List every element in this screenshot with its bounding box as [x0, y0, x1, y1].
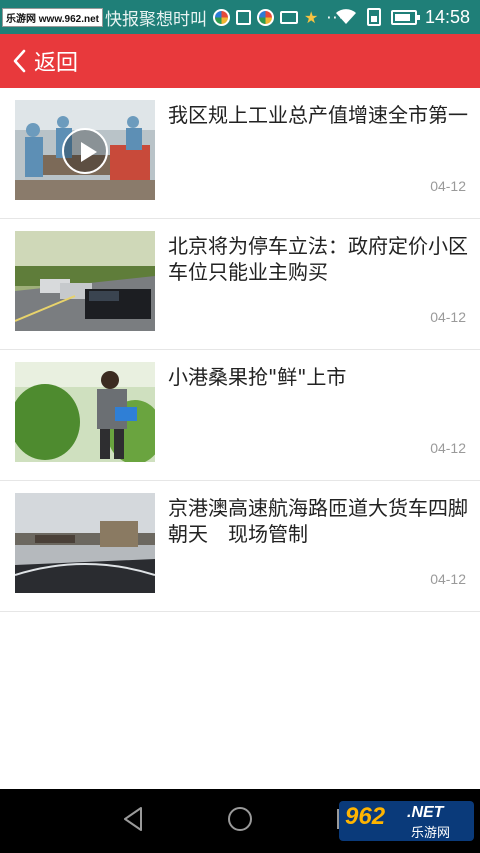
- watermark-badge: 乐游网 www.962.net: [2, 7, 103, 27]
- news-date: 04-12: [430, 571, 466, 587]
- battery-level: [394, 13, 410, 21]
- logo-text: 乐游网: [411, 826, 451, 841]
- clock: 14:58: [424, 6, 470, 27]
- site-logo: 962 .NET 乐游网: [339, 801, 474, 841]
- news-item[interactable]: 小港桑果抢"鲜"上市 04-12: [0, 350, 480, 481]
- news-thumbnail: [15, 493, 155, 593]
- news-title: 小港桑果抢"鲜"上市: [168, 365, 347, 389]
- chevron-left-icon: [12, 49, 26, 73]
- status-bar: 乐游网 www.962.net 快报聚想时叫 ★ ··· 14:58: [0, 0, 480, 34]
- circle-home-icon: [226, 805, 254, 837]
- news-thumbnail: [15, 100, 155, 200]
- logo-domain: .NET: [407, 804, 444, 821]
- news-title: 北京将为停车立法：政府定价小区车位只能业主购买: [168, 234, 468, 284]
- wifi-icon: [335, 9, 357, 25]
- news-item[interactable]: 京港澳高速航海路匝道大货车四脚朝天 现场管制 04-12: [0, 481, 480, 612]
- news-date: 04-12: [430, 309, 466, 325]
- news-thumbnail: [15, 231, 155, 331]
- back-button[interactable]: 返回: [0, 34, 78, 88]
- app-notification-icon: [256, 8, 274, 26]
- star-icon: ★: [303, 7, 319, 27]
- news-item[interactable]: 我区规上工业总产值增速全市第一 04-12: [0, 88, 480, 219]
- battery-icon: [390, 9, 420, 25]
- image-notification-icon: [235, 9, 251, 25]
- news-date: 04-12: [430, 178, 466, 194]
- triangle-back-icon: [121, 806, 145, 836]
- app-bar: 返回: [0, 34, 480, 88]
- logo-number: 962: [345, 803, 386, 830]
- app-notification-icon: [212, 8, 230, 26]
- back-label: 返回: [34, 51, 79, 76]
- news-thumbnail: [15, 362, 155, 462]
- nav-back-button[interactable]: [103, 789, 163, 853]
- sim-icon: [366, 8, 381, 26]
- news-title: 京港澳高速航海路匝道大货车四脚朝天 现场管制: [168, 496, 468, 546]
- news-list: 我区规上工业总产值增速全市第一 04-12 北京将为停车立法：政府定价小区车位只…: [0, 88, 480, 612]
- keyboard-icon: [279, 10, 298, 24]
- play-video-icon[interactable]: [62, 128, 108, 174]
- news-date: 04-12: [430, 440, 466, 456]
- news-item[interactable]: 北京将为停车立法：政府定价小区车位只能业主购买 04-12: [0, 219, 480, 350]
- nav-home-button[interactable]: [210, 789, 270, 853]
- notification-text: 快报聚想时叫: [104, 9, 207, 30]
- news-title: 我区规上工业总产值增速全市第一: [168, 103, 468, 127]
- navigation-bar: 962 .NET 乐游网: [0, 789, 480, 853]
